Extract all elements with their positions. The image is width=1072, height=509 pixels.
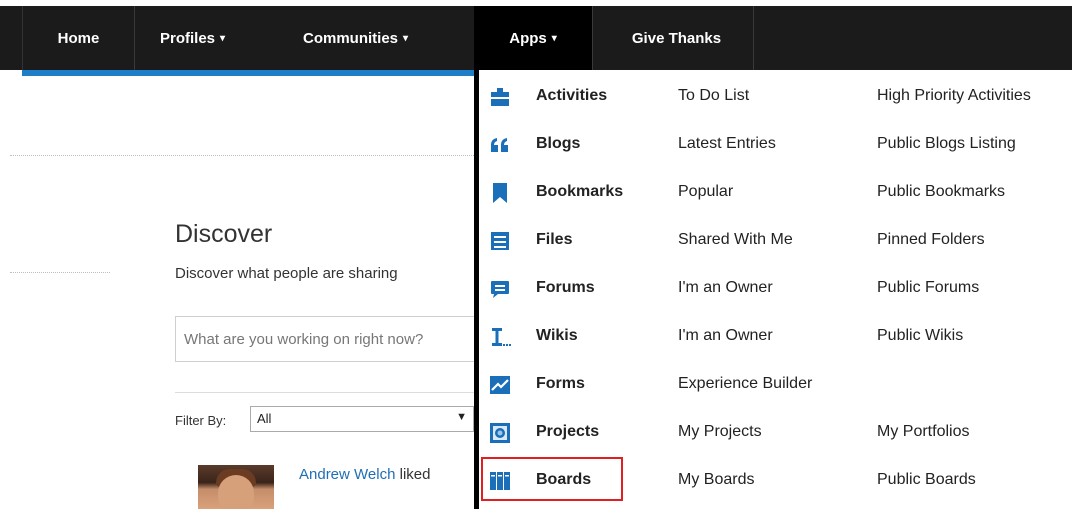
- menu-app-activities[interactable]: Activities: [536, 87, 607, 105]
- share-status-box[interactable]: [175, 316, 510, 362]
- menu-app-forums[interactable]: Forums: [536, 279, 595, 297]
- menu-link-my-projects[interactable]: My Projects: [678, 423, 762, 441]
- menu-app-wikis[interactable]: Wikis: [536, 327, 578, 345]
- menu-row-activities: Activities To Do List High Priority Acti…: [479, 72, 1072, 120]
- menu-link-wikis-owner[interactable]: I'm an Owner: [678, 327, 773, 345]
- nav-profiles[interactable]: Profiles ▾: [160, 6, 225, 70]
- menu-link-public-forums[interactable]: Public Forums: [877, 279, 979, 297]
- nav-give-thanks-label: Give Thanks: [631, 29, 722, 47]
- menu-link-latest-entries[interactable]: Latest Entries: [678, 135, 776, 153]
- menu-row-forums: Forums I'm an Owner Public Forums: [479, 264, 1072, 312]
- trend-chart-icon: [490, 376, 510, 394]
- menu-app-blogs[interactable]: Blogs: [536, 135, 580, 153]
- menu-app-forms[interactable]: Forms: [536, 375, 585, 393]
- nav-accent-bar: [22, 70, 474, 76]
- activity-action: liked: [395, 466, 431, 483]
- nav-home[interactable]: Home: [22, 6, 134, 70]
- menu-app-bookmarks[interactable]: Bookmarks: [536, 183, 623, 201]
- menu-row-projects: Projects My Projects My Portfolios: [479, 408, 1072, 456]
- nav-home-label: Home: [57, 29, 100, 47]
- menu-app-projects[interactable]: Projects: [536, 423, 599, 441]
- chat-bubble-icon: [491, 281, 509, 298]
- chevron-down-icon: ▾: [551, 32, 557, 44]
- avatar[interactable]: [198, 465, 274, 509]
- menu-link-high-priority[interactable]: High Priority Activities: [877, 87, 1031, 105]
- nav-apps[interactable]: Apps ▾: [474, 6, 592, 70]
- apps-dropdown-menu: Activities To Do List High Priority Acti…: [474, 70, 1072, 509]
- briefcase-icon: [491, 88, 509, 106]
- menu-link-my-boards[interactable]: My Boards: [678, 471, 754, 489]
- avatar-face: [218, 475, 254, 509]
- text-cursor-icon: [492, 328, 511, 346]
- menu-link-public-blogs[interactable]: Public Blogs Listing: [877, 135, 1016, 153]
- page-title: Discover: [175, 220, 273, 248]
- menu-app-files[interactable]: Files: [536, 231, 572, 249]
- menu-row-wikis: Wikis I'm an Owner Public Wikis: [479, 312, 1072, 360]
- menu-link-my-portfolios[interactable]: My Portfolios: [877, 423, 969, 441]
- menu-link-pinned-folders[interactable]: Pinned Folders: [877, 231, 985, 249]
- menu-link-public-boards[interactable]: Public Boards: [877, 471, 976, 489]
- activity-entry: Andrew Welch liked: [299, 466, 430, 483]
- target-square-icon: [490, 423, 510, 443]
- filter-label: Filter By:: [175, 413, 227, 428]
- boards-highlight-box: [481, 457, 623, 501]
- top-navigation-bar: Home Profiles ▾ Communities ▾ Apps ▾ Give T…: [0, 0, 1072, 70]
- chevron-down-icon: ▾: [220, 32, 226, 44]
- apps-menu-panel: Activities To Do List High Priority Acti…: [479, 70, 1072, 509]
- nav-divider: [753, 6, 754, 70]
- page-subtitle: Discover what people are sharing: [175, 265, 398, 282]
- nav-communities-label: Communities: [303, 29, 399, 47]
- menu-link-public-wikis[interactable]: Public Wikis: [877, 327, 963, 345]
- divider: [10, 272, 110, 273]
- status-input[interactable]: [176, 317, 510, 361]
- nav-communities[interactable]: Communities ▾: [303, 6, 408, 70]
- dropdown-arrow-icon: ▼: [456, 411, 467, 423]
- nav-divider: [134, 6, 135, 70]
- menu-link-todo[interactable]: To Do List: [678, 87, 749, 105]
- nav-apps-label: Apps: [509, 29, 547, 47]
- menu-row-bookmarks: Bookmarks Popular Public Bookmarks: [479, 168, 1072, 216]
- divider: [10, 155, 474, 156]
- menu-row-forms: Forms Experience Builder: [479, 360, 1072, 408]
- activity-user-link[interactable]: Andrew Welch: [299, 466, 395, 483]
- file-cabinet-icon: [491, 232, 509, 250]
- nav-divider: [592, 6, 593, 70]
- menu-link-experience-builder[interactable]: Experience Builder: [678, 375, 812, 393]
- menu-link-popular[interactable]: Popular: [678, 183, 733, 201]
- menu-row-blogs: Blogs Latest Entries Public Blogs Listin…: [479, 120, 1072, 168]
- menu-link-forums-owner[interactable]: I'm an Owner: [678, 279, 773, 297]
- quote-icon: [491, 138, 508, 152]
- chevron-down-icon: ▾: [403, 32, 409, 44]
- divider: [175, 392, 475, 393]
- menu-row-files: Files Shared With Me Pinned Folders: [479, 216, 1072, 264]
- menu-link-shared-with-me[interactable]: Shared With Me: [678, 231, 793, 249]
- filter-select-value: All: [257, 411, 272, 426]
- nav-give-thanks[interactable]: Give Thanks: [600, 6, 753, 70]
- bookmark-icon: [493, 183, 507, 203]
- filter-select[interactable]: All ▼: [250, 406, 474, 432]
- nav-profiles-label: Profiles: [160, 29, 216, 47]
- menu-link-public-bookmarks[interactable]: Public Bookmarks: [877, 183, 1005, 201]
